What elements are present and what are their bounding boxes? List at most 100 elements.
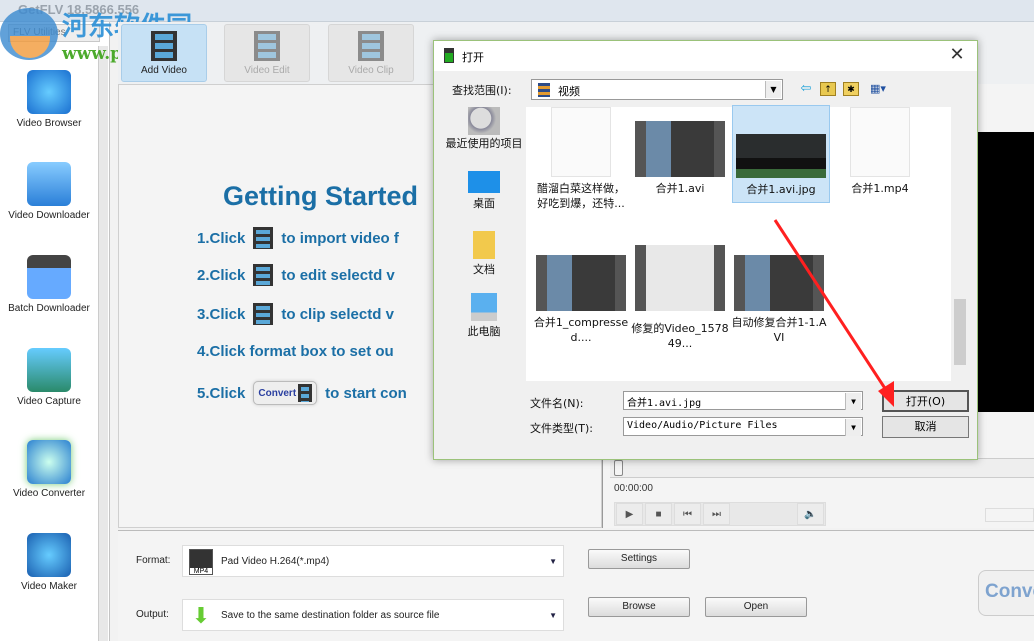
capture-icon xyxy=(27,348,71,392)
video-edit-button[interactable]: Video Edit xyxy=(224,24,310,82)
convert-button[interactable]: Conve xyxy=(978,570,1034,616)
video-edit-icon xyxy=(253,264,274,286)
file-item[interactable]: 合并1_compressed.... xyxy=(532,241,630,345)
convert-icon xyxy=(298,384,313,402)
sidebar-item-video-capture[interactable]: Video Capture xyxy=(0,340,98,432)
place-label: 桌面 xyxy=(473,197,495,210)
dialog-title: 打开 xyxy=(462,51,484,64)
recent-icon xyxy=(468,107,500,135)
mute-button[interactable]: 🔈 xyxy=(797,503,824,525)
view-menu-icon[interactable]: ▦▾ xyxy=(866,82,890,96)
download-arrow-icon: ⬇ xyxy=(191,603,211,628)
add-video-button[interactable]: Add Video xyxy=(121,24,207,82)
file-item[interactable]: 合并1.avi xyxy=(631,107,729,196)
file-name: 合并1.avi xyxy=(655,182,705,195)
sidebar-item-batch-downloader[interactable]: Batch Downloader xyxy=(0,247,98,339)
file-name: 合并1.mp4 xyxy=(851,182,909,195)
output-label: Output: xyxy=(136,609,169,620)
step-prefix: 5.Click xyxy=(197,384,246,402)
place-label: 此电脑 xyxy=(467,325,501,338)
new-folder-icon[interactable]: ✱ xyxy=(843,82,859,96)
step-text: to start con xyxy=(325,384,407,402)
file-item[interactable]: 修复的Video_157849... xyxy=(631,241,729,351)
place-desktop[interactable]: 桌面 xyxy=(444,171,524,211)
output-select[interactable]: ⬇ Save to the same destination folder as … xyxy=(182,599,564,631)
add-video-icon xyxy=(151,31,177,61)
chevron-down-icon: ▼ xyxy=(549,611,557,620)
format-label: Format: xyxy=(136,555,171,566)
computer-icon xyxy=(471,293,497,321)
look-in-value: 视频 xyxy=(558,85,580,98)
scrollbar-thumb[interactable] xyxy=(954,299,966,365)
file-name: 醋溜白菜这样做，好吃到爆，还特... xyxy=(537,182,625,210)
play-button[interactable]: ▶ xyxy=(616,503,643,525)
download-icon xyxy=(27,162,71,206)
cancel-button[interactable]: 取消 xyxy=(882,416,969,438)
file-name: 修复的Video_157849... xyxy=(631,322,729,350)
format-select[interactable]: MP4 Pad Video H.264(*.mp4) ▼ xyxy=(182,545,564,577)
blank-file-icon xyxy=(850,107,910,177)
file-item[interactable]: 醋溜白菜这样做，好吃到爆，还特... xyxy=(532,107,630,211)
ipad-icon: MP4 xyxy=(189,549,213,575)
blank-file-icon xyxy=(551,107,611,177)
step-3: 3.Click to clip selectd v xyxy=(197,303,394,325)
place-this-pc[interactable]: 此电脑 xyxy=(444,293,524,339)
video-thumbnail xyxy=(635,121,725,177)
file-item[interactable]: 合并1.mp4 xyxy=(831,107,929,196)
seek-bar[interactable] xyxy=(610,458,1034,478)
browser-icon xyxy=(27,70,71,114)
convert-mini-label: Convert xyxy=(258,387,297,399)
sidebar-item-label: Video Converter xyxy=(12,488,86,499)
button-label: Video Edit xyxy=(244,65,290,76)
settings-button[interactable]: Settings xyxy=(588,549,690,569)
sidebar-item-label: Video Capture xyxy=(17,396,81,407)
place-recent[interactable]: 最近使用的项目 xyxy=(444,107,524,150)
filetype-select[interactable]: Video/Audio/Picture Files ▼ xyxy=(623,417,863,436)
watermark-logo-icon xyxy=(0,8,58,60)
sidebar-item-video-browser[interactable]: Video Browser xyxy=(0,62,98,154)
stop-button[interactable]: ■ xyxy=(645,503,672,525)
browse-button[interactable]: Browse xyxy=(588,597,690,617)
file-name: 合并1_compressed.... xyxy=(533,316,629,344)
documents-icon xyxy=(473,231,495,259)
video-clip-button[interactable]: Video Clip xyxy=(328,24,414,82)
step-prefix: 2.Click xyxy=(197,266,246,284)
convert-mini-badge: Convert xyxy=(253,381,318,405)
annotation-arrow xyxy=(773,219,894,407)
place-documents[interactable]: 文档 xyxy=(444,231,524,277)
chevron-down-icon: ▼ xyxy=(845,419,861,436)
filetype-label: 文件类型(T): xyxy=(530,422,594,435)
video-thumbnail xyxy=(536,255,626,311)
next-button[interactable]: ⏭ xyxy=(703,503,730,525)
sidebar-item-video-converter[interactable]: Video Converter xyxy=(0,432,98,524)
video-clip-icon xyxy=(358,31,384,61)
look-in-select[interactable]: 视频 ▼ xyxy=(531,79,783,100)
file-item-selected[interactable]: 合并1.avi.jpg xyxy=(732,105,830,203)
place-label: 文档 xyxy=(473,263,495,276)
step-text: to import video f xyxy=(281,229,399,247)
sidebar-item-video-maker[interactable]: Video Maker xyxy=(0,525,98,617)
sidebar: FLV Utilities Video Browser Video Downlo… xyxy=(0,22,110,641)
up-folder-icon[interactable]: ↑ xyxy=(820,82,836,96)
seek-thumb[interactable] xyxy=(614,460,623,476)
sidebar-scrollbar[interactable] xyxy=(98,46,108,641)
batch-download-icon xyxy=(27,255,71,299)
step-prefix: 1.Click xyxy=(197,229,246,247)
converter-icon xyxy=(27,440,71,484)
desktop-icon xyxy=(468,171,500,193)
app-icon xyxy=(444,48,454,63)
chevron-down-icon: ▼ xyxy=(765,81,781,98)
step-5: 5.Click Convert to start con xyxy=(197,381,407,405)
sidebar-item-label: Video Downloader xyxy=(8,210,90,221)
back-icon[interactable]: ⇦ xyxy=(798,82,814,96)
open-folder-button[interactable]: Open xyxy=(705,597,807,617)
previous-button[interactable]: ⏮ xyxy=(674,503,701,525)
dialog-title-bar: 打开 ✕ xyxy=(434,41,977,71)
close-icon[interactable]: ✕ xyxy=(945,44,969,65)
maker-icon xyxy=(27,533,71,577)
volume-slider[interactable] xyxy=(985,508,1034,522)
add-video-icon xyxy=(253,227,274,249)
sidebar-item-video-downloader[interactable]: Video Downloader xyxy=(0,154,98,246)
places-bar: 最近使用的项目 桌面 文档 此电脑 xyxy=(444,107,524,367)
file-name: 合并1.avi.jpg xyxy=(746,183,816,196)
